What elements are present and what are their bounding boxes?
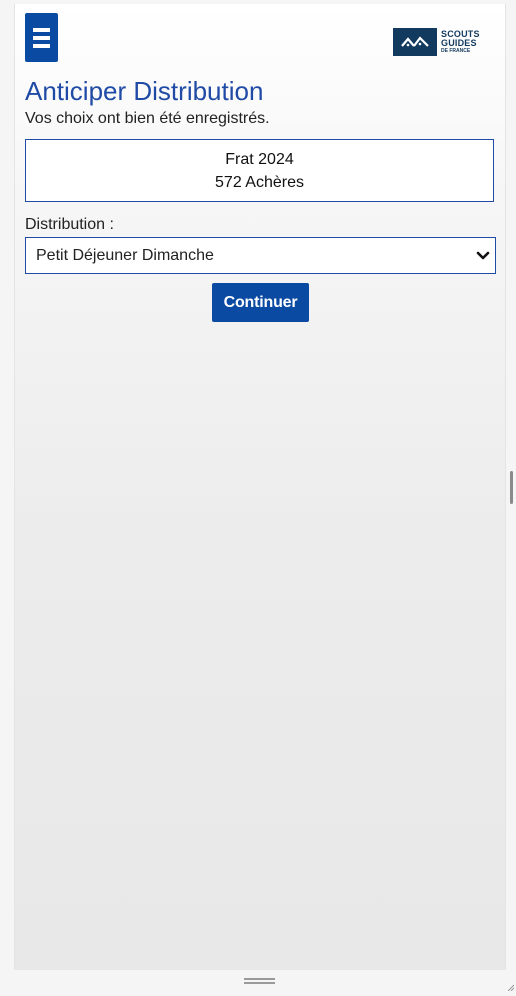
continue-button[interactable]: Continuer: [212, 283, 309, 322]
drag-handle-line: [244, 982, 275, 984]
logo-wordmark: SCOUTS GUIDES DE FRANCE: [441, 30, 480, 54]
distribution-select[interactable]: Petit Déjeuner Dimanche: [25, 237, 496, 274]
distribution-selected-value: Petit Déjeuner Dimanche: [36, 246, 214, 264]
chevron-down-icon: [471, 251, 495, 261]
menu-button[interactable]: [25, 13, 58, 62]
app-viewport: SCOUTS GUIDES DE FRANCE Anticiper Distri…: [14, 4, 506, 970]
event-info-box: Frat 2024 572 Achères: [25, 139, 494, 202]
scrollbar-thumb[interactable]: [510, 471, 513, 504]
hamburger-menu-icon-bar: [33, 43, 50, 48]
hamburger-menu-icon-bar: [33, 35, 50, 40]
confirmation-message: Vos choix ont bien été enregistrés.: [25, 110, 270, 127]
logo-line-3: DE FRANCE: [441, 48, 471, 54]
drag-handle-line: [244, 978, 275, 980]
resize-corner-icon[interactable]: [507, 978, 515, 992]
event-name: Frat 2024: [225, 150, 294, 168]
page-title: Anticiper Distribution: [25, 76, 264, 106]
event-location: 572 Achères: [215, 173, 304, 191]
logo-line-2: GUIDES: [441, 38, 477, 48]
scouts-guides-logo: SCOUTS GUIDES DE FRANCE: [393, 27, 488, 57]
mountain-logo-icon: [393, 28, 437, 56]
hamburger-menu-icon: [33, 27, 50, 32]
distribution-label: Distribution :: [25, 216, 114, 233]
drag-handle-icon[interactable]: [244, 978, 275, 984]
